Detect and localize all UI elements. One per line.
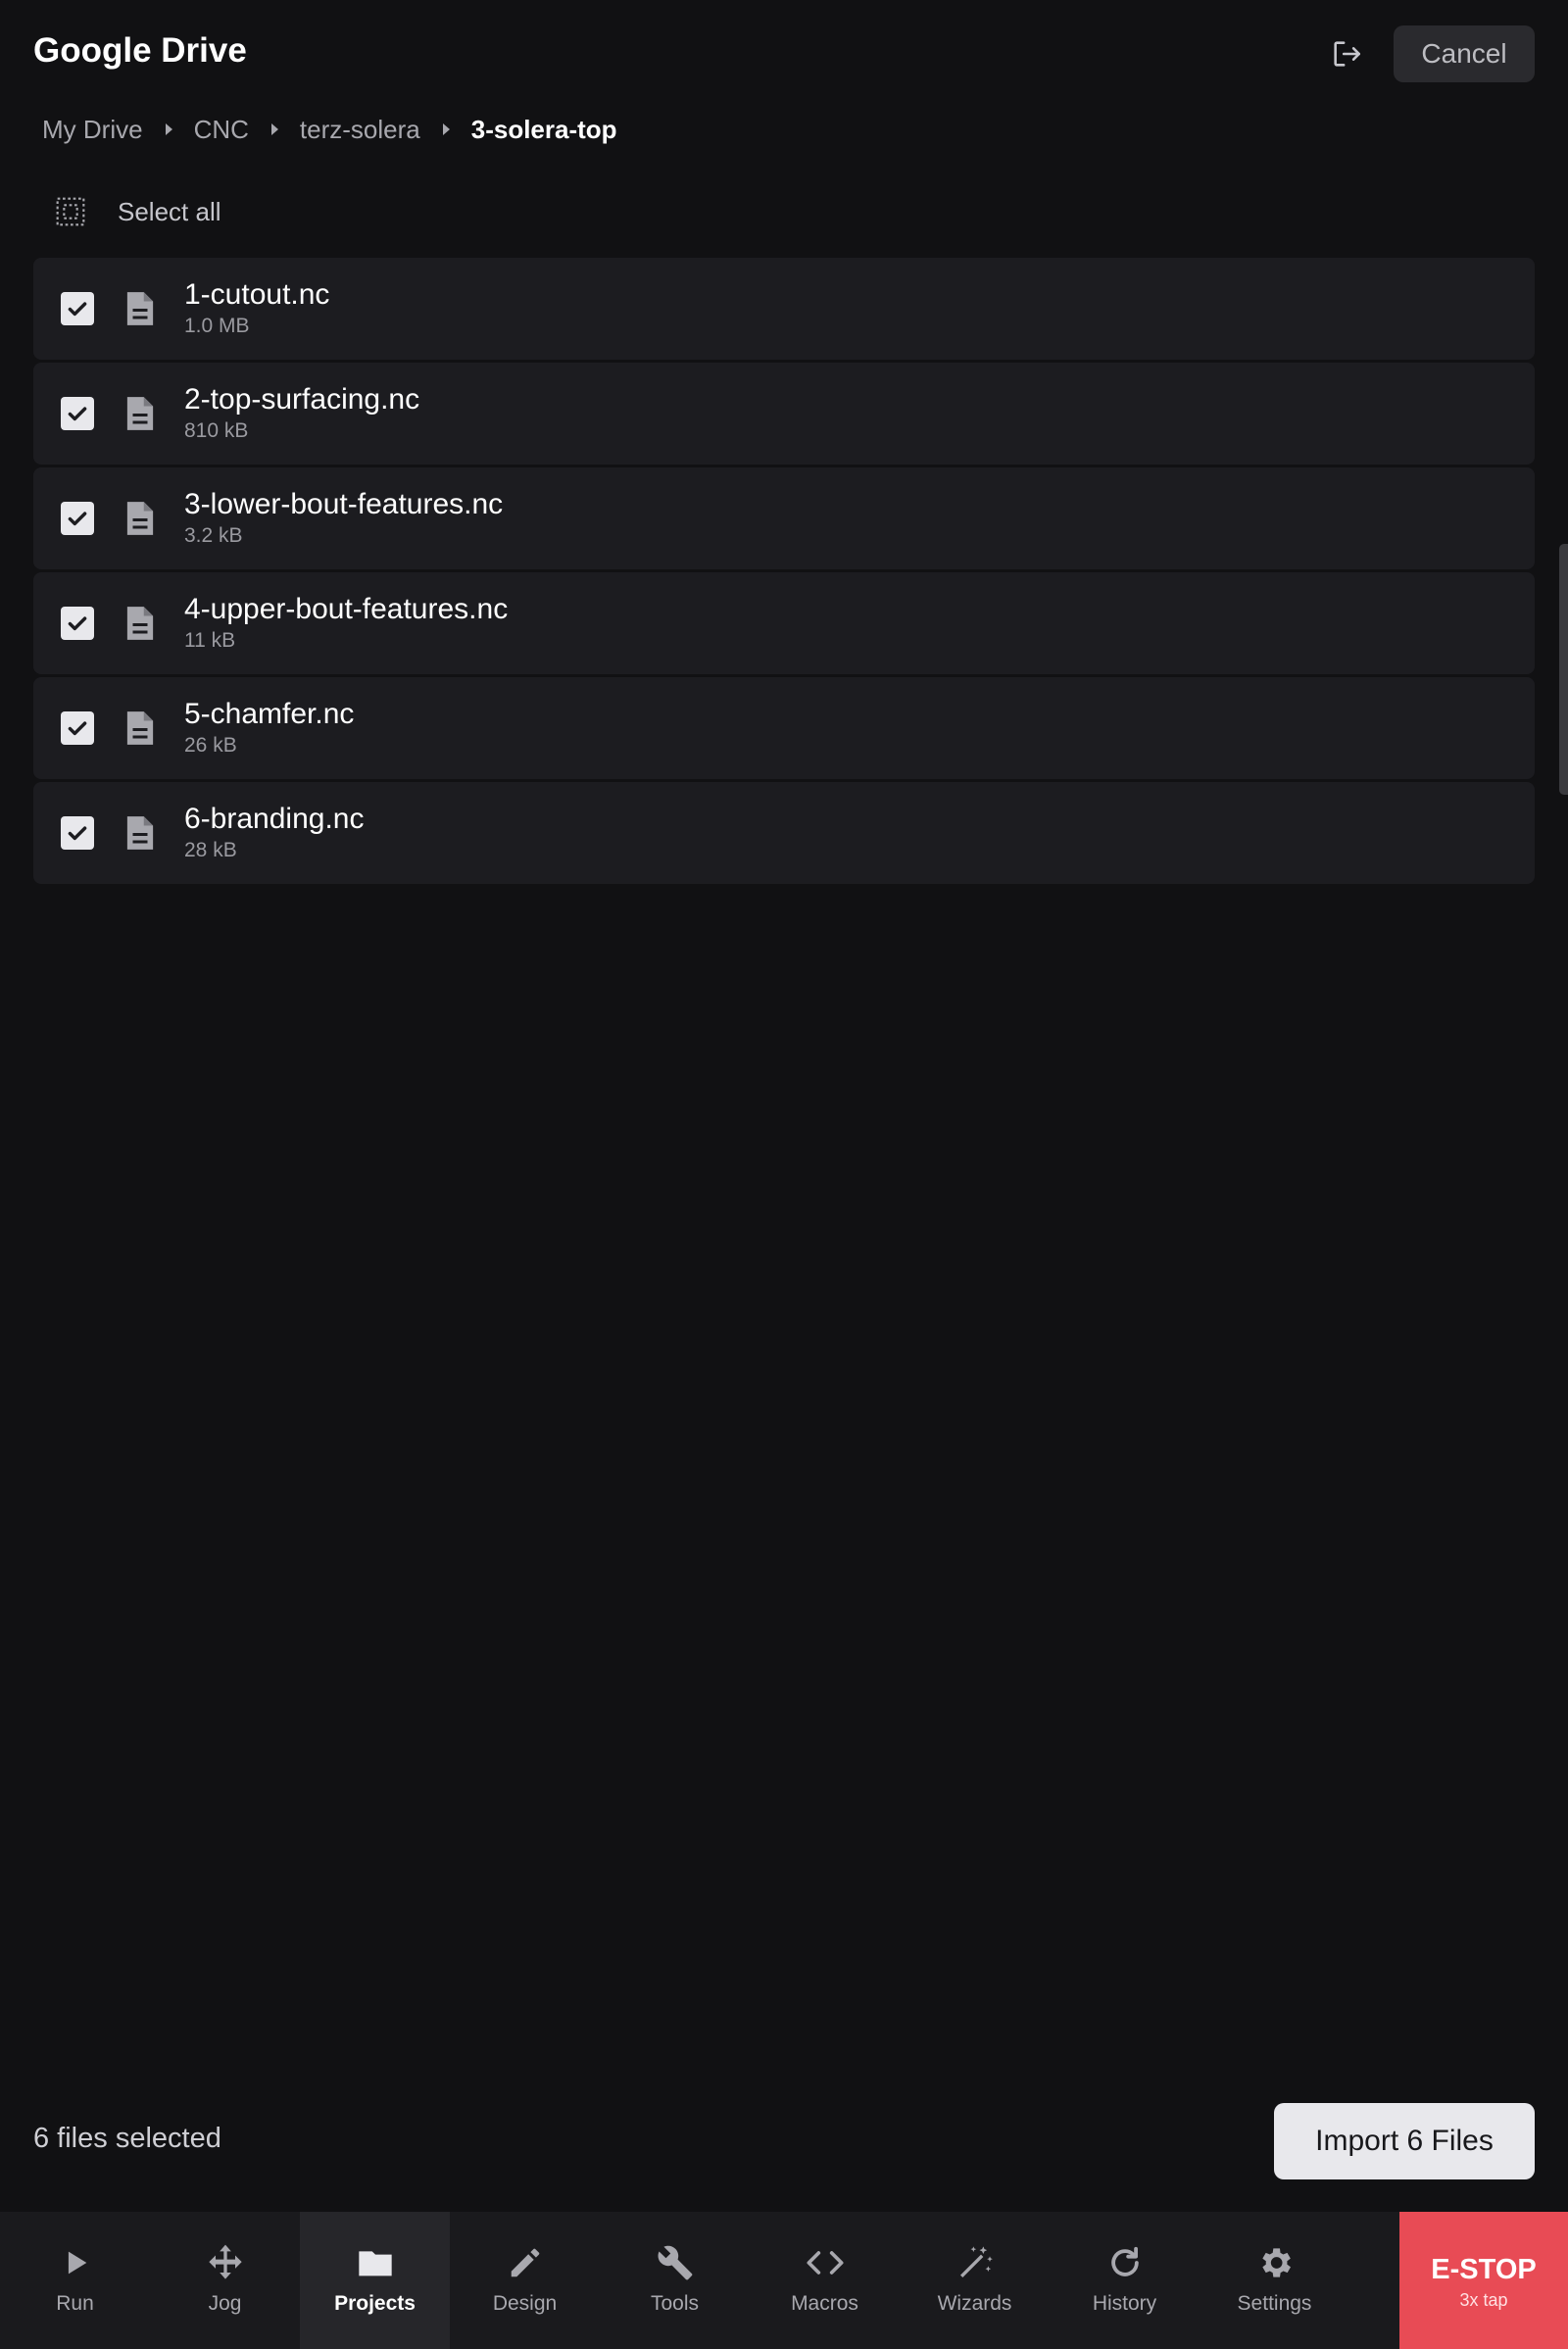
file-list: 1-cutout.nc 1.0 MB 2-top-surfacing.nc 81… xyxy=(33,258,1535,887)
file-size: 810 kB xyxy=(184,419,249,442)
nav-label: History xyxy=(1092,2292,1157,2315)
page-title: Google Drive xyxy=(33,31,247,70)
nav-label: Settings xyxy=(1237,2292,1312,2315)
checkmark-icon xyxy=(68,826,87,841)
chevron-right-icon xyxy=(270,123,278,135)
chevron-right-icon xyxy=(165,123,172,135)
chevron-right-icon xyxy=(442,123,450,135)
document-icon xyxy=(126,607,154,640)
document-icon xyxy=(126,711,154,745)
breadcrumb-my-drive[interactable]: My Drive xyxy=(42,115,143,145)
checkmark-icon xyxy=(68,721,87,736)
pencil-icon xyxy=(504,2241,547,2284)
sign-out-button[interactable] xyxy=(1325,29,1368,78)
import-files-button[interactable]: Import 6 Files xyxy=(1274,2103,1535,2179)
folder-icon xyxy=(354,2241,397,2284)
estop-button[interactable]: E-STOP 3x tap xyxy=(1399,2212,1568,2349)
file-size: 26 kB xyxy=(184,734,237,757)
file-row[interactable]: 6-branding.nc 28 kB xyxy=(33,782,1535,884)
cancel-button[interactable]: Cancel xyxy=(1394,25,1535,82)
nav-item-settings[interactable]: Settings xyxy=(1200,2212,1349,2349)
document-icon xyxy=(126,397,154,430)
nav-item-run[interactable]: Run xyxy=(0,2212,150,2349)
code-icon xyxy=(804,2241,847,2284)
select-all-label: Select all xyxy=(118,196,221,226)
document-icon xyxy=(126,502,154,535)
checkmark-icon xyxy=(68,512,87,526)
file-size: 28 kB xyxy=(184,839,237,861)
wrench-icon xyxy=(654,2241,697,2284)
nav-item-design[interactable]: Design xyxy=(450,2212,600,2349)
nav-item-history[interactable]: History xyxy=(1050,2212,1200,2349)
nav-label: Tools xyxy=(650,2292,700,2315)
estop-label: E-STOP xyxy=(1431,2254,1537,2285)
nav-item-jog[interactable]: Jog xyxy=(150,2212,300,2349)
nav-label: Design xyxy=(492,2292,558,2315)
file-row[interactable]: 2-top-surfacing.nc 810 kB xyxy=(33,363,1535,465)
file-row[interactable]: 4-upper-bout-features.nc 11 kB xyxy=(33,572,1535,674)
nav-item-wizards[interactable]: Wizards xyxy=(900,2212,1050,2349)
file-checkbox[interactable] xyxy=(61,816,94,850)
bottom-nav: Run Jog Projects Design Tools Macros Wiz… xyxy=(0,2212,1568,2349)
nav-label: Run xyxy=(56,2292,94,2315)
file-checkbox[interactable] xyxy=(61,502,94,535)
nav-label: Wizards xyxy=(937,2292,1012,2315)
file-name: 6-branding.nc xyxy=(184,803,365,835)
file-checkbox[interactable] xyxy=(61,292,94,325)
sign-out-icon xyxy=(1334,41,1361,67)
file-row[interactable]: 1-cutout.nc 1.0 MB xyxy=(33,258,1535,360)
file-row[interactable]: 5-chamfer.nc 26 kB xyxy=(33,677,1535,779)
google-drive-import-screen: Google Drive Cancel My Drive CNC terz-so… xyxy=(0,0,1568,2349)
nav-item-tools[interactable]: Tools xyxy=(600,2212,750,2349)
file-size: 1.0 MB xyxy=(184,315,250,337)
nav-label: Projects xyxy=(334,2292,416,2315)
nav-item-macros[interactable]: Macros xyxy=(750,2212,900,2349)
magic-wand-icon xyxy=(954,2241,997,2284)
breadcrumb-current-folder: 3-solera-top xyxy=(470,114,617,144)
breadcrumb: My Drive CNC terz-solera 3-solera-top xyxy=(42,110,617,149)
header: Google Drive Cancel xyxy=(0,0,1568,110)
breadcrumb-terz-solera[interactable]: terz-solera xyxy=(300,115,420,145)
file-name: 2-top-surfacing.nc xyxy=(184,383,420,416)
file-checkbox[interactable] xyxy=(61,397,94,430)
file-size: 3.2 kB xyxy=(184,524,243,547)
nav-label: Jog xyxy=(208,2292,242,2315)
select-all-button[interactable]: Select all xyxy=(55,192,221,231)
file-size: 11 kB xyxy=(184,629,236,652)
estop-sublabel: 3x tap xyxy=(1459,2290,1508,2310)
checkmark-icon xyxy=(68,302,87,317)
selected-count: 6 files selected xyxy=(33,2123,221,2154)
play-icon xyxy=(54,2241,97,2284)
checkmark-icon xyxy=(68,407,87,421)
select-all-icon xyxy=(56,197,85,226)
nav-label: Macros xyxy=(791,2292,858,2315)
file-checkbox[interactable] xyxy=(61,711,94,745)
file-row[interactable]: 3-lower-bout-features.nc 3.2 kB xyxy=(33,467,1535,569)
file-checkbox[interactable] xyxy=(61,607,94,640)
document-icon xyxy=(126,292,154,325)
file-name: 4-upper-bout-features.nc xyxy=(184,593,509,625)
document-icon xyxy=(126,816,154,850)
file-name: 1-cutout.nc xyxy=(184,278,330,311)
file-name: 3-lower-bout-features.nc xyxy=(184,488,504,520)
move-arrows-icon xyxy=(204,2241,247,2284)
checkmark-icon xyxy=(68,616,87,631)
nav-item-projects[interactable]: Projects xyxy=(300,2212,450,2349)
scrollbar[interactable] xyxy=(1559,544,1568,795)
file-name: 5-chamfer.nc xyxy=(184,698,355,730)
gear-icon xyxy=(1253,2241,1297,2284)
breadcrumb-cnc[interactable]: CNC xyxy=(194,115,249,145)
refresh-icon xyxy=(1103,2241,1147,2284)
